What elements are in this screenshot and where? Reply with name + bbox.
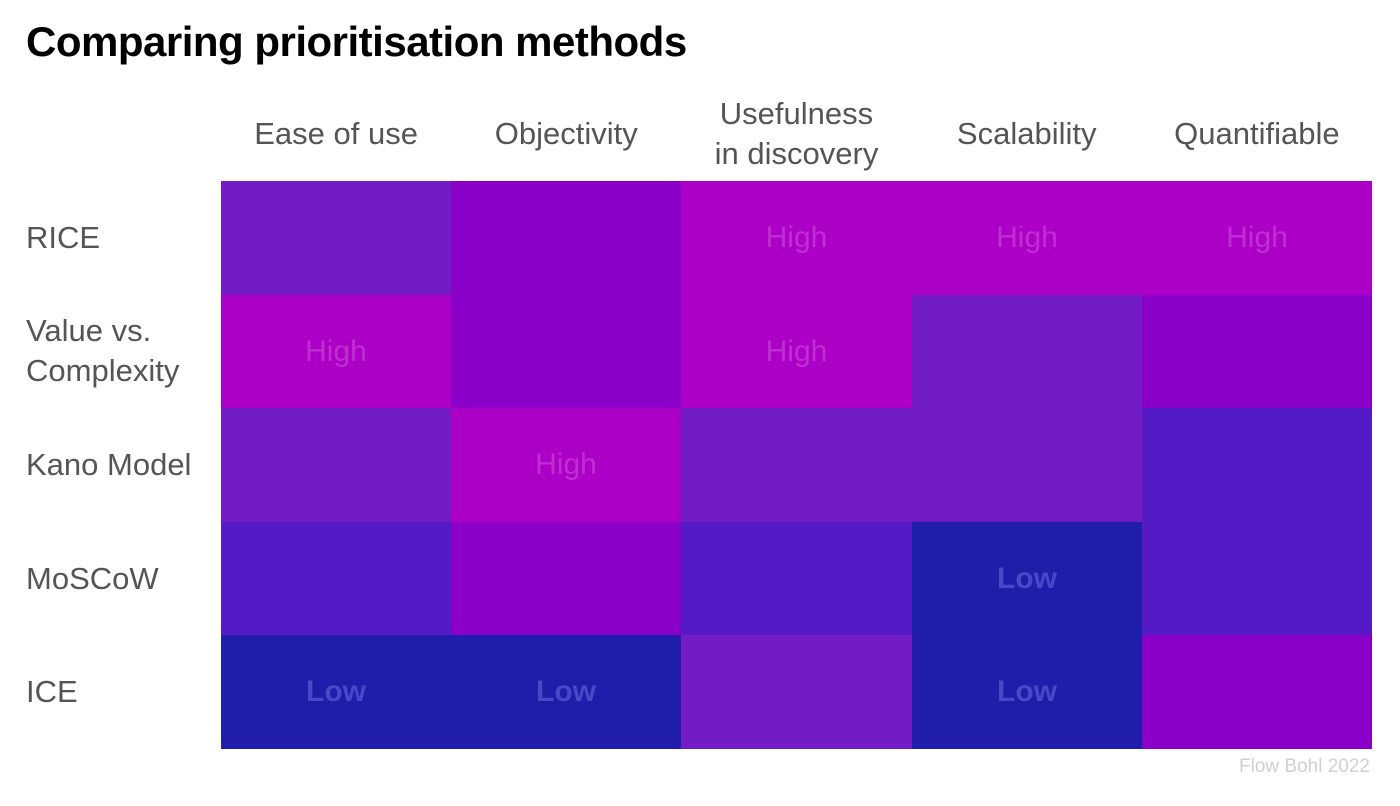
column-label: Usefulness in discovery [714, 96, 879, 171]
heatmap-cell: Low [221, 635, 451, 749]
heatmap-cell [1142, 408, 1372, 522]
heatmap-cell [451, 295, 681, 408]
heatmap-cell: High [1142, 181, 1372, 295]
heatmap-cell [681, 522, 912, 635]
heatmap-cell [1142, 635, 1372, 749]
column-label: Quantifiable [1174, 116, 1340, 151]
cell-label: Low [306, 675, 366, 708]
cell-label: Low [997, 675, 1057, 708]
heatmap-cell [912, 295, 1142, 408]
heatmap-cell: Low [912, 522, 1142, 635]
row-label: RICE [26, 219, 101, 255]
cell-label: High [1226, 221, 1288, 254]
heatmap-grid: High High High High High High Low Low Low Low [221, 181, 1372, 749]
heatmap-cell [451, 181, 681, 295]
heatmap-cell [451, 522, 681, 635]
heatmap-cell [221, 408, 451, 522]
heatmap-cell [1142, 522, 1372, 635]
heatmap-cell: High [681, 181, 912, 295]
column-label: Objectivity [494, 116, 638, 151]
heatmap-cell: High [681, 295, 912, 408]
row-label: Kano Model [26, 446, 192, 482]
heatmap-cell: Low [451, 635, 681, 749]
cell-label: High [765, 221, 828, 254]
row-label: MoSCoW [26, 560, 159, 596]
chart-title: Comparing prioritisation methods [26, 18, 687, 65]
row-label: ICE [26, 674, 78, 710]
heatmap-cell: Low [912, 635, 1142, 749]
column-label: Ease of use [254, 116, 418, 151]
cell-label: Low [536, 675, 596, 708]
heatmap-cell [912, 408, 1142, 522]
heatmap-cell [1142, 295, 1372, 408]
cell-label: High [996, 221, 1058, 254]
cell-label: High [305, 334, 367, 368]
heatmap-cell [221, 522, 451, 635]
heatmap-cell: High [451, 408, 681, 522]
cell-label: High [535, 448, 597, 481]
heatmap-cell [681, 408, 912, 522]
heatmap-cell: High [912, 181, 1142, 295]
cell-label: Low [997, 561, 1057, 595]
heatmap-cell: High [221, 295, 451, 408]
heatmap-cell [221, 181, 451, 295]
row-label: Value vs. Complexity [26, 313, 180, 389]
column-label: Scalability [956, 116, 1097, 151]
credit-text: Flow Bohl 2022 [1239, 756, 1370, 777]
heatmap-cell [681, 635, 912, 749]
cell-label: High [765, 334, 828, 368]
